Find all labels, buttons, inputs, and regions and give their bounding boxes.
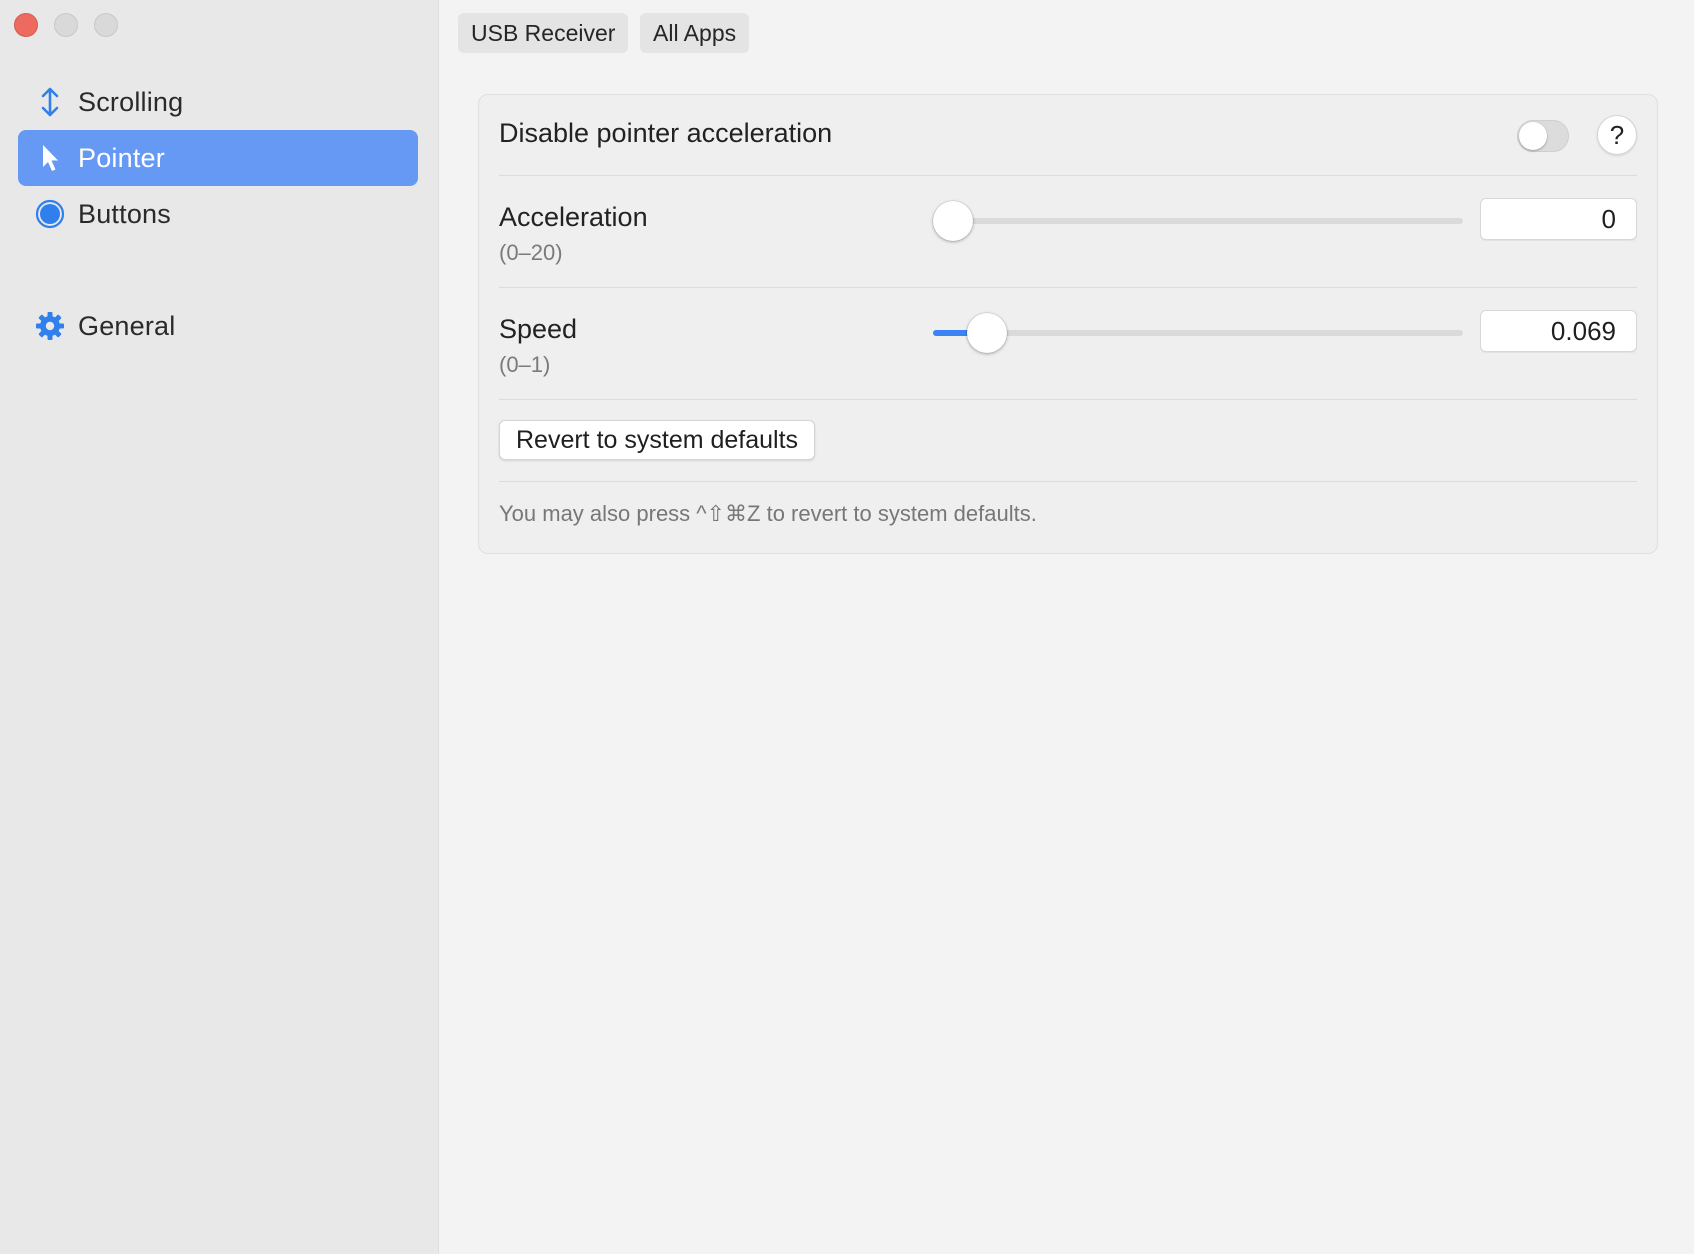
device-selector-button[interactable]: USB Receiver bbox=[458, 13, 629, 53]
sidebar-item-general[interactable]: General bbox=[18, 298, 418, 354]
window-edge bbox=[1694, 0, 1700, 1254]
help-button[interactable]: ? bbox=[1597, 115, 1637, 155]
speed-label: Speed bbox=[499, 314, 578, 344]
disable-acceleration-label: Disable pointer acceleration bbox=[499, 118, 833, 148]
minimize-window-button[interactable] bbox=[54, 13, 78, 37]
speed-range: (0–1) bbox=[499, 352, 551, 377]
acceleration-value-field[interactable]: 0 bbox=[1480, 198, 1637, 240]
toggle-knob bbox=[1519, 122, 1547, 150]
revert-shortcut-hint: You may also press ^⇧⌘Z to revert to sys… bbox=[499, 501, 1037, 526]
slider-thumb[interactable] bbox=[933, 201, 973, 241]
divider bbox=[499, 287, 1637, 288]
close-window-button[interactable] bbox=[14, 13, 38, 37]
divider bbox=[499, 175, 1637, 176]
filled-circle-icon bbox=[32, 196, 68, 232]
divider bbox=[499, 399, 1637, 400]
app-selector-button[interactable]: All Apps bbox=[640, 13, 750, 53]
app-window: Scrolling Pointer Buttons General USB Re… bbox=[0, 0, 1700, 1254]
pointer-arrow-icon bbox=[32, 140, 68, 176]
sidebar-item-label: General bbox=[78, 310, 176, 341]
acceleration-label: Acceleration bbox=[499, 202, 648, 232]
zoom-window-button[interactable] bbox=[94, 13, 118, 37]
speed-slider[interactable] bbox=[933, 311, 1463, 355]
slider-track bbox=[933, 330, 1463, 336]
acceleration-slider[interactable] bbox=[933, 199, 1463, 243]
sidebar-item-scrolling[interactable]: Scrolling bbox=[18, 74, 418, 130]
sidebar-item-pointer[interactable]: Pointer bbox=[18, 130, 418, 186]
sidebar-item-label: Buttons bbox=[78, 198, 171, 229]
vertical-arrows-icon bbox=[32, 84, 68, 120]
sidebar-item-buttons[interactable]: Buttons bbox=[18, 186, 418, 242]
acceleration-range: (0–20) bbox=[499, 240, 563, 265]
sidebar: Scrolling Pointer Buttons General bbox=[0, 0, 439, 1254]
slider-track bbox=[933, 218, 1463, 224]
gear-icon bbox=[32, 308, 68, 344]
sidebar-item-label: Pointer bbox=[78, 142, 165, 173]
sidebar-item-label: Scrolling bbox=[78, 86, 184, 117]
divider bbox=[499, 481, 1637, 482]
speed-value-field[interactable]: 0.069 bbox=[1480, 310, 1637, 352]
pointer-settings-panel: Disable pointer acceleration ? Accelerat… bbox=[478, 94, 1658, 554]
disable-acceleration-toggle[interactable] bbox=[1517, 120, 1569, 152]
revert-defaults-button[interactable]: Revert to system defaults bbox=[499, 420, 816, 460]
slider-thumb[interactable] bbox=[966, 313, 1007, 353]
